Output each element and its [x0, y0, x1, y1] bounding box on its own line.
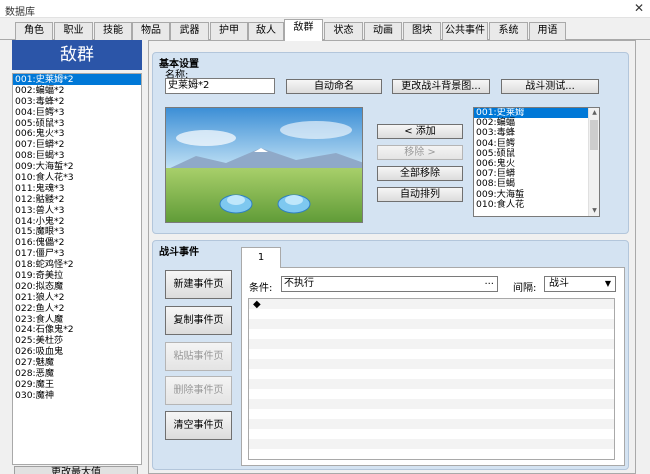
troop-member-list[interactable]: 001:史莱姆 002:蝙蝠 003:毒蜂 004:巨鳄 005:硕鼠 006:鬼火 007…: [473, 107, 600, 217]
delete-event-page-button[interactable]: 删除事件页: [165, 376, 232, 405]
condition-field[interactable]: 不执行 ...: [281, 276, 498, 292]
troop-name-input[interactable]: 史莱姆*2: [165, 78, 275, 94]
troop-list-item[interactable]: 027:魅魔: [13, 357, 141, 368]
condition-label: 条件:: [249, 283, 273, 294]
tab-2[interactable]: 技能: [94, 22, 132, 40]
battleback-image: [166, 108, 362, 222]
tab-8[interactable]: 状态: [324, 22, 363, 40]
troop-list-item[interactable]: 011:鬼魂*3: [13, 183, 141, 194]
span-label: 间隔:: [513, 283, 537, 294]
troop-list-item[interactable]: 018:蛇鸡怪*2: [13, 259, 141, 270]
tab-10[interactable]: 图块: [403, 22, 441, 40]
scroll-thumb[interactable]: [590, 120, 598, 150]
tab-0[interactable]: 角色: [15, 22, 53, 40]
tab-11[interactable]: 公共事件: [442, 22, 488, 40]
troop-list-item[interactable]: 024:石像鬼*2: [13, 324, 141, 336]
clear-event-page-button[interactable]: 清空事件页: [165, 411, 232, 440]
close-icon[interactable]: ✕: [634, 1, 644, 15]
troop-list-header: 敌群: [12, 40, 142, 70]
troop-list-item[interactable]: 020:拟态魔: [13, 281, 141, 292]
troop-list-item[interactable]: 006:鬼火*3: [13, 128, 141, 140]
troop-list-item[interactable]: 021:狼人*2: [13, 292, 141, 303]
troop-list-item[interactable]: 019:奇美拉: [13, 270, 141, 281]
troop-member-item[interactable]: 010:食人花: [474, 199, 599, 210]
scroll-up-icon[interactable]: ▲: [590, 108, 599, 118]
window-titlebar: 数据库 ✕: [0, 0, 650, 18]
troop-list-item[interactable]: 030:魔神: [13, 390, 141, 401]
tab-3[interactable]: 物品: [132, 22, 170, 40]
troop-list-item[interactable]: 017:僵尸*3: [13, 248, 141, 259]
battleback-preview[interactable]: [165, 107, 363, 223]
troop-list-item[interactable]: 004:巨鳄*3: [13, 107, 141, 118]
add-enemy-button[interactable]: < 添加: [377, 124, 463, 139]
troop-member-scrollbar[interactable]: ▲ ▼: [588, 108, 599, 216]
troop-list-item[interactable]: 014:小鬼*2: [13, 216, 141, 227]
troop-list-item[interactable]: 016:傀儡*2: [13, 237, 141, 248]
troop-list-item[interactable]: 007:巨蟒*2: [13, 139, 141, 150]
troop-list-item[interactable]: 009:大海蜇*2: [13, 161, 141, 172]
event-command-list[interactable]: ◆: [248, 298, 615, 460]
remove-all-button[interactable]: 全部移除: [377, 166, 463, 181]
tab-4[interactable]: 武器: [170, 22, 209, 40]
tab-13[interactable]: 用语: [529, 22, 566, 40]
troop-list[interactable]: 001:史莱姆*2 002:蝙蝠*2 003:毒蜂*2 004:巨鳄*3 005:硕鼠*…: [12, 73, 142, 465]
condition-value: 不执行: [284, 278, 314, 289]
tab-6[interactable]: 敌人: [248, 22, 284, 40]
troop-list-item[interactable]: 026:吸血鬼: [13, 346, 141, 357]
troop-member-item[interactable]: 008:巨蝎: [474, 179, 599, 189]
scroll-down-icon[interactable]: ▼: [590, 206, 599, 216]
troop-list-item[interactable]: 023:食人魔: [13, 314, 141, 325]
troop-list-item[interactable]: 012:骷髅*2: [13, 194, 141, 205]
troop-list-item[interactable]: 005:硕鼠*3: [13, 118, 141, 129]
command-marker[interactable]: ◆: [253, 299, 261, 310]
tab-9[interactable]: 动画: [364, 22, 402, 40]
tab-7[interactable]: 敌群: [284, 19, 323, 41]
auto-arrange-button[interactable]: 自动排列: [377, 187, 463, 202]
tab-5[interactable]: 护甲: [210, 22, 248, 40]
troop-list-item[interactable]: 001:史莱姆*2: [13, 74, 141, 85]
troop-list-panel: 敌群 001:史莱姆*2 002:蝙蝠*2 003:毒蜂*2 004:巨鳄*3 005:…: [12, 40, 142, 474]
auto-name-button[interactable]: 自动命名: [286, 79, 382, 94]
battle-events-title: 战斗事件: [159, 247, 199, 258]
tab-12[interactable]: 系统: [489, 22, 528, 40]
troop-list-item[interactable]: 008:巨蝎*3: [13, 150, 141, 161]
troop-list-item[interactable]: 010:食人花*3: [13, 172, 141, 183]
new-event-page-button[interactable]: 新建事件页: [165, 270, 232, 299]
span-select-value: 战斗: [549, 278, 569, 289]
troop-list-item[interactable]: 025:美杜莎: [13, 335, 141, 346]
copy-event-page-button[interactable]: 复制事件页: [165, 306, 232, 335]
paste-event-page-button[interactable]: 粘贴事件页: [165, 342, 232, 371]
troop-list-item[interactable]: 013:兽人*3: [13, 205, 141, 216]
change-max-button[interactable]: 更改最大值: [14, 466, 138, 474]
battle-test-button[interactable]: 战斗测试...: [501, 79, 599, 94]
troop-list-item[interactable]: 028:恶魔: [13, 368, 141, 379]
chevron-down-icon: ▼: [604, 279, 611, 288]
remove-enemy-button[interactable]: 移除 >: [377, 145, 463, 160]
event-page-tab-1[interactable]: 1: [241, 247, 281, 268]
condition-ellipsis-button[interactable]: ...: [484, 277, 494, 289]
troop-list-item[interactable]: 022:鱼人*2: [13, 303, 141, 314]
troop-list-item[interactable]: 015:魔眼*3: [13, 226, 141, 238]
troop-list-item[interactable]: 002:蝙蝠*2: [13, 85, 141, 96]
span-select[interactable]: 战斗 ▼: [544, 276, 616, 292]
change-battleback-button[interactable]: 更改战斗背景图...: [392, 79, 490, 94]
window-title: 数据库: [5, 7, 35, 18]
troop-list-item[interactable]: 003:毒蜂*2: [13, 96, 141, 107]
troop-list-item[interactable]: 029:魔王: [13, 379, 141, 390]
tab-1[interactable]: 职业: [54, 22, 93, 40]
database-tabs: 角色 职业 技能 物品 武器 护甲 敌人 敌群 状态 动画 图块 公共事件 系统 用语: [0, 18, 650, 41]
